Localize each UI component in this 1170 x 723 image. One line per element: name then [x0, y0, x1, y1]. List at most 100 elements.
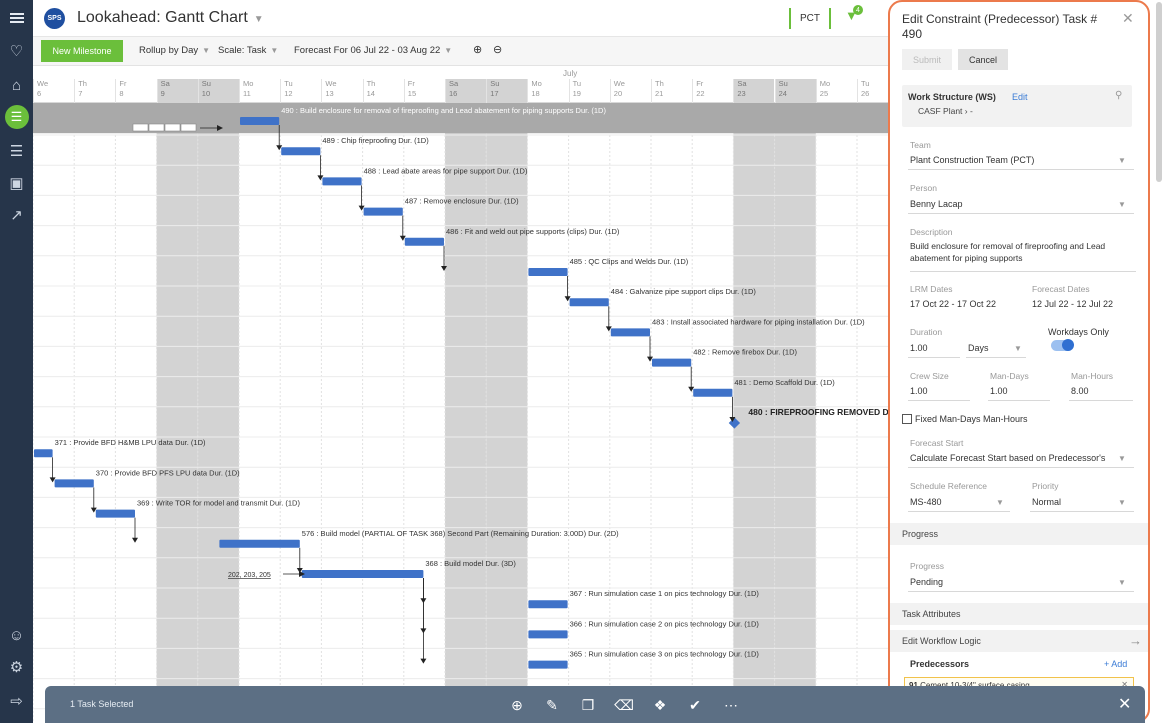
day-number: 7 — [78, 89, 83, 98]
task-label: 368 : Build model Dur. (3D) — [425, 559, 516, 568]
workflow-logic-section[interactable]: Edit Workflow Logic → — [890, 630, 1148, 652]
schedule-reference-select[interactable]: MS-480 — [910, 497, 942, 507]
man-hours-input[interactable]: 8.00 — [1071, 386, 1089, 396]
day-of-week: Mo — [243, 79, 254, 88]
team-select[interactable]: Plant Construction Team (PCT) — [910, 155, 1034, 165]
forecast-dropdown[interactable]: Forecast For 06 Jul 22 - 03 Aug 22 ▼ — [294, 45, 452, 56]
page-title[interactable]: Lookahead: Gantt Chart ▼ — [77, 9, 264, 27]
day-of-week: Fr — [696, 79, 704, 88]
man-days-label: Man-Days — [990, 371, 1029, 381]
timeline-day: Tu 19 — [568, 79, 610, 103]
settings-sliders-icon[interactable]: ⚙ — [0, 652, 33, 682]
day-of-week: Tu — [861, 79, 870, 88]
crew-size-input[interactable]: 1.00 — [910, 386, 928, 396]
gantt-svg: 490 : Build enclosure for removal of fir… — [33, 103, 888, 723]
more-icon[interactable]: ⋯ — [722, 696, 740, 714]
divider — [988, 400, 1050, 401]
workdays-label: Workdays Only — [1048, 327, 1109, 337]
timeline-day: Fr 22 — [692, 79, 733, 103]
zoom-out-icon[interactable]: ⊖ — [493, 43, 502, 56]
divider — [908, 511, 1010, 512]
rollup-dropdown[interactable]: Rollup by Day ▼ — [139, 45, 210, 56]
divider — [908, 357, 960, 358]
divider — [908, 467, 1134, 468]
submit-button[interactable]: Submit — [902, 49, 952, 70]
panel-title: Edit Constraint (Predecessor) Task # 490 — [902, 12, 1098, 41]
chart-icon[interactable]: ↗ — [0, 200, 33, 230]
close-icon[interactable]: ✕ — [1118, 694, 1131, 714]
team-badge[interactable]: PCT — [789, 8, 831, 29]
workdays-toggle[interactable] — [1051, 339, 1074, 351]
close-icon[interactable]: ✕ — [1122, 10, 1134, 27]
timeline-day: Tu 12 — [280, 79, 321, 103]
scale-dropdown[interactable]: Scale: Task ▼ — [218, 45, 278, 56]
selection-count: 1 Task Selected — [70, 699, 134, 709]
bell-icon[interactable]: ♡ — [0, 36, 33, 66]
task-label: 487 : Remove enclosure Dur. (1D) — [405, 197, 519, 206]
logout-icon[interactable]: ⇨ — [0, 686, 33, 716]
forecast-start-select[interactable]: Calculate Forecast Start based on Predec… — [910, 453, 1110, 463]
day-of-week: Su — [778, 79, 788, 88]
page-scrollbar[interactable] — [1150, 0, 1170, 723]
timeline-day: Sa 23 — [733, 79, 775, 103]
progress-select[interactable]: Pending — [910, 577, 943, 587]
task-bar — [363, 207, 403, 216]
task-bar — [528, 268, 568, 276]
day-of-week: We — [613, 79, 625, 88]
description-label: Description — [910, 227, 953, 237]
day-number: 10 — [201, 89, 211, 98]
timeline-day: Sa 16 — [445, 79, 486, 103]
task-label: 371 : Provide BFD H&MB LPU data Dur. (1D… — [55, 438, 206, 447]
check-icon[interactable]: ✔ — [686, 696, 704, 714]
filter-icon[interactable]: ▼ 4 — [845, 5, 875, 28]
timeline-day: We 6 — [33, 79, 74, 103]
gantt-chart: 490 : Build enclosure for removal of fir… — [33, 103, 888, 723]
person-select[interactable]: Benny Lacap — [910, 199, 963, 209]
search-icon[interactable]: ⚲ — [1115, 90, 1122, 101]
layers-icon[interactable]: ☰ — [0, 136, 33, 166]
cancel-button[interactable]: Cancel — [958, 49, 1008, 70]
copy-icon[interactable]: ❐ — [579, 696, 597, 714]
menu-icon[interactable] — [0, 3, 33, 33]
timeline-day: Th 21 — [651, 79, 692, 103]
man-days-input[interactable]: 1.00 — [990, 386, 1008, 396]
gantt-icon[interactable]: ☰ — [0, 102, 33, 132]
priority-select[interactable]: Normal — [1032, 497, 1061, 507]
weekend-column — [156, 103, 198, 723]
new-milestone-button[interactable]: New Milestone — [41, 40, 123, 62]
lrm-dates-label: LRM Dates — [910, 284, 953, 294]
timeline-day: Mo 18 — [527, 79, 568, 103]
task-bar — [240, 117, 280, 125]
add-icon[interactable]: ⊕ — [508, 696, 526, 714]
day-of-week: Th — [655, 79, 664, 88]
timeline-day: Mo 11 — [239, 79, 280, 103]
workflow-icon[interactable]: ❖ — [651, 696, 669, 714]
progress-label: Progress — [910, 561, 945, 571]
user-icon[interactable]: ☺ — [0, 620, 33, 650]
task-label: 488 : Lead abate areas for pipe support … — [364, 166, 528, 175]
ws-edit-link[interactable]: Edit — [1012, 92, 1028, 102]
zoom-in-icon[interactable]: ⊕ — [473, 43, 482, 56]
home-icon[interactable]: ⌂ — [0, 70, 33, 100]
fixed-mandays-checkbox[interactable] — [902, 414, 912, 424]
description-textarea[interactable]: Build enclosure for removal of fireproof… — [910, 240, 1136, 272]
delete-icon[interactable]: ⌫ — [614, 696, 634, 714]
edit-task-panel: Edit Constraint (Predecessor) Task # 490… — [888, 0, 1150, 723]
priority-label: Priority — [1032, 481, 1059, 491]
report-icon[interactable]: ▣ — [0, 168, 33, 198]
predecessor-placeholder-box — [180, 123, 197, 132]
duration-input[interactable]: 1.00 — [910, 343, 928, 353]
predecessor-placeholder-box — [164, 123, 181, 132]
duration-unit-select[interactable]: Days — [968, 343, 989, 353]
filter-count-badge: 4 — [853, 5, 863, 15]
chevron-down-icon: ▼ — [253, 14, 264, 25]
chevron-down-icon: ▼ — [1118, 498, 1126, 507]
weekend-column — [197, 103, 239, 723]
day-of-week: We — [37, 79, 49, 88]
arrow-right-icon: → — [1129, 633, 1142, 648]
add-predecessor-link[interactable]: + Add — [1104, 659, 1127, 669]
edit-icon[interactable]: ✎ — [543, 696, 561, 714]
timeline-day: Sa 9 — [156, 79, 198, 103]
task-attributes-section[interactable]: Task Attributes — [890, 603, 1148, 625]
selection-action-bar: 1 Task Selected ⊕ ✎ ❐ ⌫ ❖ ✔ ⋯ ✕ — [45, 686, 1145, 723]
